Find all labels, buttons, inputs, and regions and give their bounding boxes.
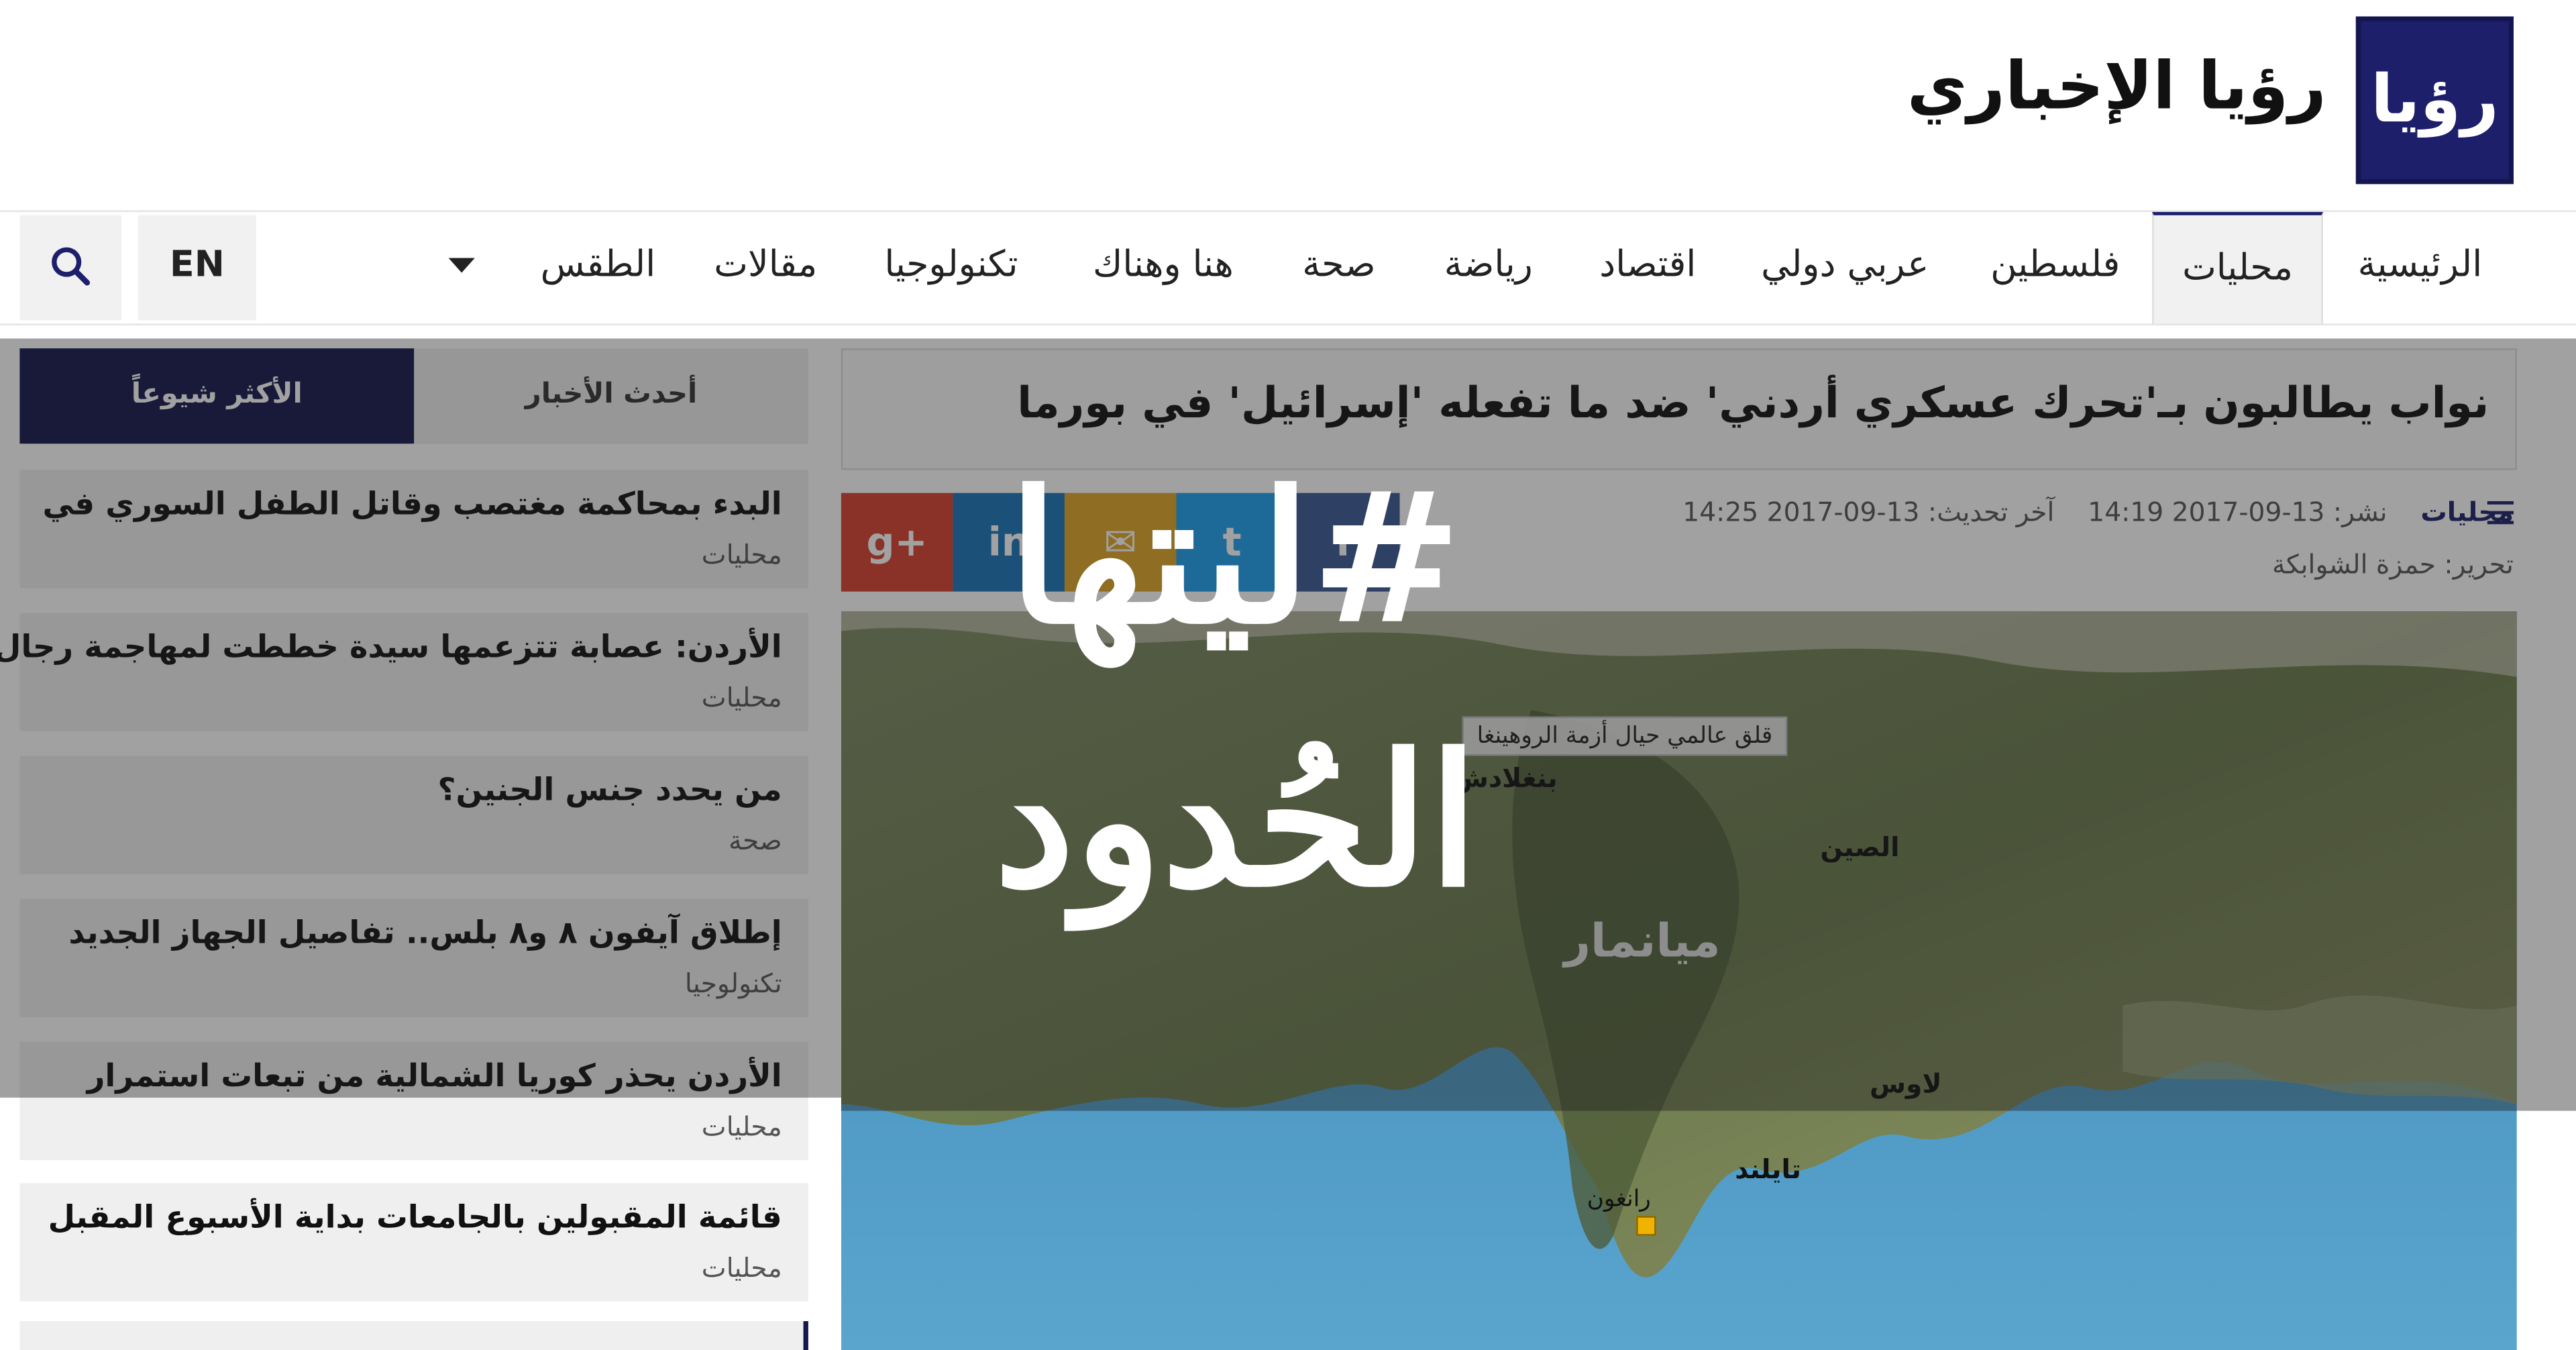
nav-item-tech[interactable]: تكنولوجيا (854, 212, 1048, 324)
main-nav: الرئيسية محليات فلسطين عربي دولي اقتصاد … (0, 210, 2576, 325)
list-item[interactable]: قائمة المقبولين بالجامعات بداية الأسبوع … (19, 1183, 808, 1302)
nav-item-weather[interactable]: الطقس (519, 212, 677, 324)
map-label-thailand: تايلند (1735, 1153, 1801, 1185)
search-icon (52, 247, 91, 286)
list-item-category[interactable]: محليات (702, 1111, 782, 1143)
page: رؤيا رؤيا الإخباري الرئيسية محليات فلسطي… (0, 0, 2576, 1350)
site-name[interactable]: رؤيا الإخباري (1907, 49, 2326, 125)
sidebar-footer (19, 1320, 808, 1350)
nav-item-palestine[interactable]: فلسطين (1965, 212, 2145, 324)
list-item-title[interactable]: قائمة المقبولين بالجامعات بداية الأسبوع … (48, 1200, 782, 1236)
campaign-overlay-tail (841, 1097, 2576, 1111)
campaign-hashtag: #ليتها الحُدود (953, 427, 1511, 1019)
campaign-line-2: الحُدود (994, 715, 1479, 927)
nav-item-local[interactable]: محليات (2152, 211, 2323, 324)
map-label-yangon: رانغون (1587, 1186, 1651, 1213)
nav-item-world[interactable]: عربي دولي (1738, 212, 1951, 324)
nav-item-health[interactable]: صحة (1281, 212, 1396, 324)
campaign-line-1: #ليتها (1008, 452, 1462, 664)
search-button[interactable] (19, 215, 122, 321)
language-button[interactable]: EN (138, 215, 257, 321)
list-item-category[interactable]: محليات (702, 1252, 782, 1284)
map-marker (1636, 1216, 1656, 1236)
logo-mark: رؤيا (2370, 62, 2499, 138)
site-logo[interactable]: رؤيا (2355, 16, 2514, 185)
nav-item-sports[interactable]: رياضة (1419, 212, 1558, 324)
nav-item-articles[interactable]: مقالات (696, 212, 835, 324)
nav-item-misc[interactable]: هنا وهناك (1068, 212, 1258, 324)
nav-item-economy[interactable]: اقتصاد (1574, 212, 1721, 324)
chevron-down-icon[interactable] (443, 252, 480, 281)
nav-item-home[interactable]: الرئيسية (2326, 212, 2514, 324)
